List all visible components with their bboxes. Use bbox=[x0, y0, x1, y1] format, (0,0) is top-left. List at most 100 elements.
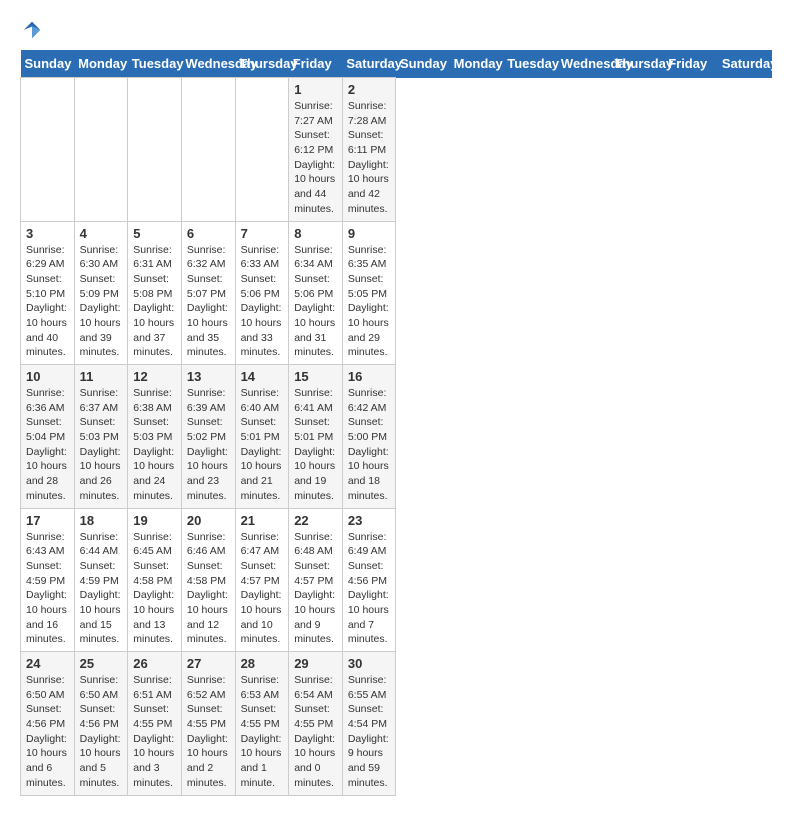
day-info: Sunrise: 6:31 AM Sunset: 5:08 PM Dayligh… bbox=[133, 243, 176, 361]
calendar-cell: 6 Sunrise: 6:32 AM Sunset: 5:07 PM Daylig… bbox=[181, 221, 235, 365]
calendar-cell: 25 Sunrise: 6:50 AM Sunset: 4:56 PM Dayli… bbox=[74, 652, 128, 796]
day-number: 10 bbox=[26, 369, 69, 384]
calendar-cell: 13Sunrise: 6:39 AM Sunset: 5:02 PM Dayli… bbox=[181, 365, 235, 509]
day-number: 24 bbox=[26, 656, 69, 671]
calendar-cell bbox=[21, 78, 75, 222]
day-number: 6 bbox=[187, 226, 230, 241]
day-info: Sunrise: 6:35 AM Sunset: 5:05 PM Dayligh… bbox=[348, 243, 391, 361]
calendar-header-row: SundayMondayTuesdayWednesdayThursdayFrid… bbox=[21, 50, 772, 78]
day-number: 11 bbox=[80, 369, 123, 384]
calendar-week-row: 3 Sunrise: 6:29 AM Sunset: 5:10 PM Daylig… bbox=[21, 221, 772, 365]
day-info: Sunrise: 6:38 AM Sunset: 5:03 PM Dayligh… bbox=[133, 386, 176, 504]
day-number: 13 bbox=[187, 369, 230, 384]
day-number: 4 bbox=[80, 226, 123, 241]
calendar-cell: 2 Sunrise: 7:28 AM Sunset: 6:11 PM Daylig… bbox=[342, 78, 396, 222]
day-info: Sunrise: 6:41 AM Sunset: 5:01 PM Dayligh… bbox=[294, 386, 337, 504]
day-number: 2 bbox=[348, 82, 391, 97]
day-number: 9 bbox=[348, 226, 391, 241]
calendar-cell: 9 Sunrise: 6:35 AM Sunset: 5:05 PM Daylig… bbox=[342, 221, 396, 365]
day-number: 8 bbox=[294, 226, 337, 241]
day-info: Sunrise: 6:40 AM Sunset: 5:01 PM Dayligh… bbox=[241, 386, 284, 504]
weekday-header-wednesday: Wednesday bbox=[181, 50, 235, 78]
day-number: 14 bbox=[241, 369, 284, 384]
calendar-cell: 4 Sunrise: 6:30 AM Sunset: 5:09 PM Daylig… bbox=[74, 221, 128, 365]
day-info: Sunrise: 6:50 AM Sunset: 4:56 PM Dayligh… bbox=[80, 673, 123, 791]
day-info: Sunrise: 6:34 AM Sunset: 5:06 PM Dayligh… bbox=[294, 243, 337, 361]
calendar-cell: 5 Sunrise: 6:31 AM Sunset: 5:08 PM Daylig… bbox=[128, 221, 182, 365]
day-number: 25 bbox=[80, 656, 123, 671]
day-info: Sunrise: 6:44 AM Sunset: 4:59 PM Dayligh… bbox=[80, 530, 123, 648]
day-number: 26 bbox=[133, 656, 176, 671]
day-number: 19 bbox=[133, 513, 176, 528]
day-info: Sunrise: 6:55 AM Sunset: 4:54 PM Dayligh… bbox=[348, 673, 391, 791]
calendar-week-row: 17 Sunrise: 6:43 AM Sunset: 4:59 PM Dayli… bbox=[21, 508, 772, 652]
weekday-header-thursday: Thursday bbox=[235, 50, 289, 78]
day-info: Sunrise: 6:37 AM Sunset: 5:03 PM Dayligh… bbox=[80, 386, 123, 504]
day-number: 12 bbox=[133, 369, 176, 384]
calendar-cell: 20Sunrise: 6:46 AM Sunset: 4:58 PM Dayli… bbox=[181, 508, 235, 652]
weekday-header-monday: Monday bbox=[74, 50, 128, 78]
weekday-header: Sunday bbox=[396, 50, 450, 78]
calendar-cell bbox=[128, 78, 182, 222]
weekday-header: Wednesday bbox=[557, 50, 611, 78]
weekday-header: Tuesday bbox=[503, 50, 557, 78]
weekday-header-sunday: Sunday bbox=[21, 50, 75, 78]
day-number: 27 bbox=[187, 656, 230, 671]
calendar-cell: 30 Sunrise: 6:55 AM Sunset: 4:54 PM Dayli… bbox=[342, 652, 396, 796]
weekday-header: Thursday bbox=[611, 50, 665, 78]
calendar-cell: 7Sunrise: 6:33 AM Sunset: 5:06 PM Daylig… bbox=[235, 221, 289, 365]
calendar-cell bbox=[235, 78, 289, 222]
weekday-header-saturday: Saturday bbox=[342, 50, 396, 78]
day-info: Sunrise: 6:45 AM Sunset: 4:58 PM Dayligh… bbox=[133, 530, 176, 648]
calendar-cell: 19 Sunrise: 6:45 AM Sunset: 4:58 PM Dayli… bbox=[128, 508, 182, 652]
day-info: Sunrise: 6:53 AM Sunset: 4:55 PM Dayligh… bbox=[241, 673, 284, 791]
day-info: Sunrise: 6:47 AM Sunset: 4:57 PM Dayligh… bbox=[241, 530, 284, 648]
logo bbox=[20, 20, 42, 40]
day-info: Sunrise: 6:43 AM Sunset: 4:59 PM Dayligh… bbox=[26, 530, 69, 648]
calendar-cell: 29 Sunrise: 6:54 AM Sunset: 4:55 PM Dayli… bbox=[289, 652, 343, 796]
calendar-cell: 14 Sunrise: 6:40 AM Sunset: 5:01 PM Dayli… bbox=[235, 365, 289, 509]
calendar-cell: 16Sunrise: 6:42 AM Sunset: 5:00 PM Dayli… bbox=[342, 365, 396, 509]
header bbox=[20, 20, 772, 40]
day-number: 28 bbox=[241, 656, 284, 671]
calendar-table: SundayMondayTuesdayWednesdayThursdayFrid… bbox=[20, 50, 772, 796]
calendar-cell: 24 Sunrise: 6:50 AM Sunset: 4:56 PM Dayli… bbox=[21, 652, 75, 796]
logo-icon bbox=[22, 20, 42, 40]
calendar-week-row: 1Sunrise: 7:27 AM Sunset: 6:12 PM Daylig… bbox=[21, 78, 772, 222]
calendar-cell: 3 Sunrise: 6:29 AM Sunset: 5:10 PM Daylig… bbox=[21, 221, 75, 365]
weekday-header-tuesday: Tuesday bbox=[128, 50, 182, 78]
day-number: 5 bbox=[133, 226, 176, 241]
calendar-week-row: 24 Sunrise: 6:50 AM Sunset: 4:56 PM Dayli… bbox=[21, 652, 772, 796]
day-info: Sunrise: 6:50 AM Sunset: 4:56 PM Dayligh… bbox=[26, 673, 69, 791]
day-info: Sunrise: 6:54 AM Sunset: 4:55 PM Dayligh… bbox=[294, 673, 337, 791]
calendar-cell bbox=[74, 78, 128, 222]
calendar-cell: 1Sunrise: 7:27 AM Sunset: 6:12 PM Daylig… bbox=[289, 78, 343, 222]
day-info: Sunrise: 7:28 AM Sunset: 6:11 PM Dayligh… bbox=[348, 99, 391, 217]
day-info: Sunrise: 6:30 AM Sunset: 5:09 PM Dayligh… bbox=[80, 243, 123, 361]
day-number: 1 bbox=[294, 82, 337, 97]
calendar-week-row: 10 Sunrise: 6:36 AM Sunset: 5:04 PM Dayli… bbox=[21, 365, 772, 509]
weekday-header: Saturday bbox=[718, 50, 772, 78]
calendar-cell: 18 Sunrise: 6:44 AM Sunset: 4:59 PM Dayli… bbox=[74, 508, 128, 652]
day-number: 18 bbox=[80, 513, 123, 528]
day-info: Sunrise: 6:42 AM Sunset: 5:00 PM Dayligh… bbox=[348, 386, 391, 504]
calendar-cell: 26 Sunrise: 6:51 AM Sunset: 4:55 PM Dayli… bbox=[128, 652, 182, 796]
day-number: 29 bbox=[294, 656, 337, 671]
calendar-cell: 28 Sunrise: 6:53 AM Sunset: 4:55 PM Dayli… bbox=[235, 652, 289, 796]
day-number: 3 bbox=[26, 226, 69, 241]
calendar-cell: 17 Sunrise: 6:43 AM Sunset: 4:59 PM Dayli… bbox=[21, 508, 75, 652]
day-info: Sunrise: 6:29 AM Sunset: 5:10 PM Dayligh… bbox=[26, 243, 69, 361]
weekday-header: Monday bbox=[450, 50, 504, 78]
calendar-cell: 15Sunrise: 6:41 AM Sunset: 5:01 PM Dayli… bbox=[289, 365, 343, 509]
day-info: Sunrise: 6:48 AM Sunset: 4:57 PM Dayligh… bbox=[294, 530, 337, 648]
day-info: Sunrise: 6:51 AM Sunset: 4:55 PM Dayligh… bbox=[133, 673, 176, 791]
calendar-cell: 11 Sunrise: 6:37 AM Sunset: 5:03 PM Dayli… bbox=[74, 365, 128, 509]
day-number: 21 bbox=[241, 513, 284, 528]
day-info: Sunrise: 6:36 AM Sunset: 5:04 PM Dayligh… bbox=[26, 386, 69, 504]
day-info: Sunrise: 6:32 AM Sunset: 5:07 PM Dayligh… bbox=[187, 243, 230, 361]
calendar-cell: 23Sunrise: 6:49 AM Sunset: 4:56 PM Dayli… bbox=[342, 508, 396, 652]
day-number: 30 bbox=[348, 656, 391, 671]
day-info: Sunrise: 6:49 AM Sunset: 4:56 PM Dayligh… bbox=[348, 530, 391, 648]
day-number: 17 bbox=[26, 513, 69, 528]
calendar-cell: 27Sunrise: 6:52 AM Sunset: 4:55 PM Dayli… bbox=[181, 652, 235, 796]
